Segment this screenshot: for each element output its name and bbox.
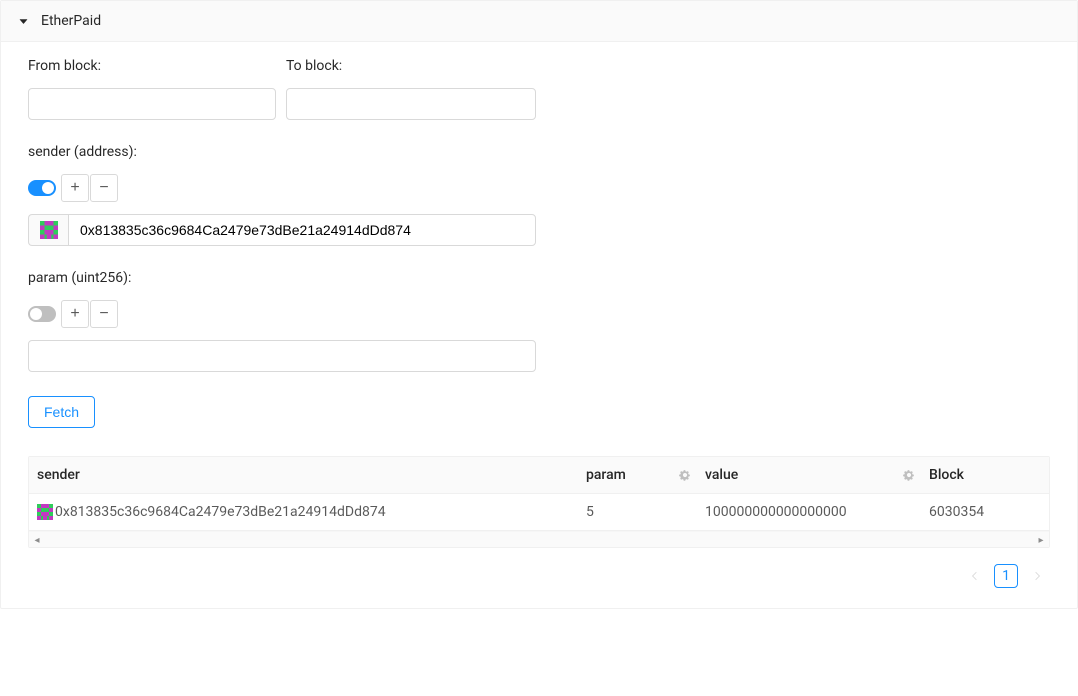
results-table: sender param value Block bbox=[28, 456, 1050, 548]
minus-icon: − bbox=[99, 179, 108, 197]
table-scrollbar[interactable]: ◂ ▸ bbox=[29, 531, 1049, 547]
table-row: 0x813835c36c9684Ca2479e73dBe21a24914dDd8… bbox=[29, 494, 1049, 531]
param-input[interactable] bbox=[28, 340, 536, 372]
td-sender: 0x813835c36c9684Ca2479e73dBe21a24914dDd8… bbox=[29, 494, 578, 530]
gear-icon[interactable] bbox=[679, 469, 691, 481]
to-block-input[interactable] bbox=[286, 88, 536, 120]
panel-title: EtherPaid bbox=[41, 13, 101, 29]
sender-toggle[interactable] bbox=[28, 180, 56, 196]
panel-body: From block: To block: sender (address): … bbox=[1, 42, 1077, 608]
to-block-label: To block: bbox=[286, 58, 536, 74]
toggle-knob bbox=[30, 308, 42, 320]
sender-section: sender (address): + − bbox=[28, 144, 1050, 246]
page-1-button[interactable]: 1 bbox=[994, 564, 1018, 588]
from-block-label: From block: bbox=[28, 58, 276, 74]
blockie-icon bbox=[40, 221, 58, 239]
page-next-button[interactable] bbox=[1026, 564, 1050, 588]
gear-icon[interactable] bbox=[903, 469, 915, 481]
th-sender: sender bbox=[29, 457, 578, 493]
plus-icon: + bbox=[70, 179, 79, 197]
sender-label: sender (address): bbox=[28, 144, 1050, 160]
param-toggle[interactable] bbox=[28, 306, 56, 322]
chevron-right-icon bbox=[1033, 571, 1043, 581]
scroll-left-icon[interactable]: ◂ bbox=[31, 534, 43, 546]
table-body: 0x813835c36c9684Ca2479e73dBe21a24914dDd8… bbox=[29, 494, 1049, 531]
scroll-right-icon[interactable]: ▸ bbox=[1035, 534, 1047, 546]
param-input-wrap bbox=[28, 340, 536, 372]
etherpaid-panel: EtherPaid From block: To block: sender (… bbox=[0, 0, 1078, 609]
chevron-down-icon bbox=[17, 15, 29, 27]
chevron-left-icon bbox=[969, 571, 979, 581]
pagination: 1 bbox=[28, 564, 1050, 588]
sender-cell: 0x813835c36c9684Ca2479e73dBe21a24914dDd8… bbox=[37, 504, 386, 520]
th-block-label: Block bbox=[929, 467, 964, 483]
th-param-label: param bbox=[586, 467, 626, 483]
param-label: param (uint256): bbox=[28, 270, 1050, 286]
th-sender-label: sender bbox=[37, 467, 80, 483]
th-value-label: value bbox=[705, 467, 738, 483]
sender-remove-button[interactable]: − bbox=[90, 174, 118, 202]
sender-input-group bbox=[28, 214, 536, 246]
sender-add-button[interactable]: + bbox=[61, 174, 89, 202]
th-block: Block bbox=[921, 457, 1049, 493]
th-param: param bbox=[578, 457, 697, 493]
param-remove-button[interactable]: − bbox=[90, 300, 118, 328]
sender-address-input[interactable] bbox=[68, 214, 536, 246]
blockie-icon bbox=[37, 504, 53, 520]
from-block-input[interactable] bbox=[28, 88, 276, 120]
minus-icon: − bbox=[99, 305, 108, 323]
from-block-field: From block: bbox=[28, 58, 276, 120]
toggle-knob bbox=[42, 182, 54, 194]
plus-icon: + bbox=[70, 305, 79, 323]
td-block: 6030354 bbox=[921, 494, 1049, 530]
td-param: 5 bbox=[578, 494, 697, 530]
panel-header[interactable]: EtherPaid bbox=[1, 1, 1077, 42]
table-header: sender param value Block bbox=[29, 457, 1049, 494]
th-value: value bbox=[697, 457, 921, 493]
to-block-field: To block: bbox=[286, 58, 536, 120]
sender-controls: + − bbox=[28, 174, 1050, 202]
fetch-button[interactable]: Fetch bbox=[28, 396, 95, 428]
td-value: 100000000000000000 bbox=[697, 494, 921, 530]
page-prev-button[interactable] bbox=[962, 564, 986, 588]
block-range-row: From block: To block: bbox=[28, 58, 1050, 120]
param-section: param (uint256): + − bbox=[28, 270, 1050, 372]
param-controls: + − bbox=[28, 300, 1050, 328]
sender-address-text: 0x813835c36c9684Ca2479e73dBe21a24914dDd8… bbox=[55, 504, 386, 520]
param-add-button[interactable]: + bbox=[61, 300, 89, 328]
sender-blockie-prefix bbox=[28, 214, 68, 246]
